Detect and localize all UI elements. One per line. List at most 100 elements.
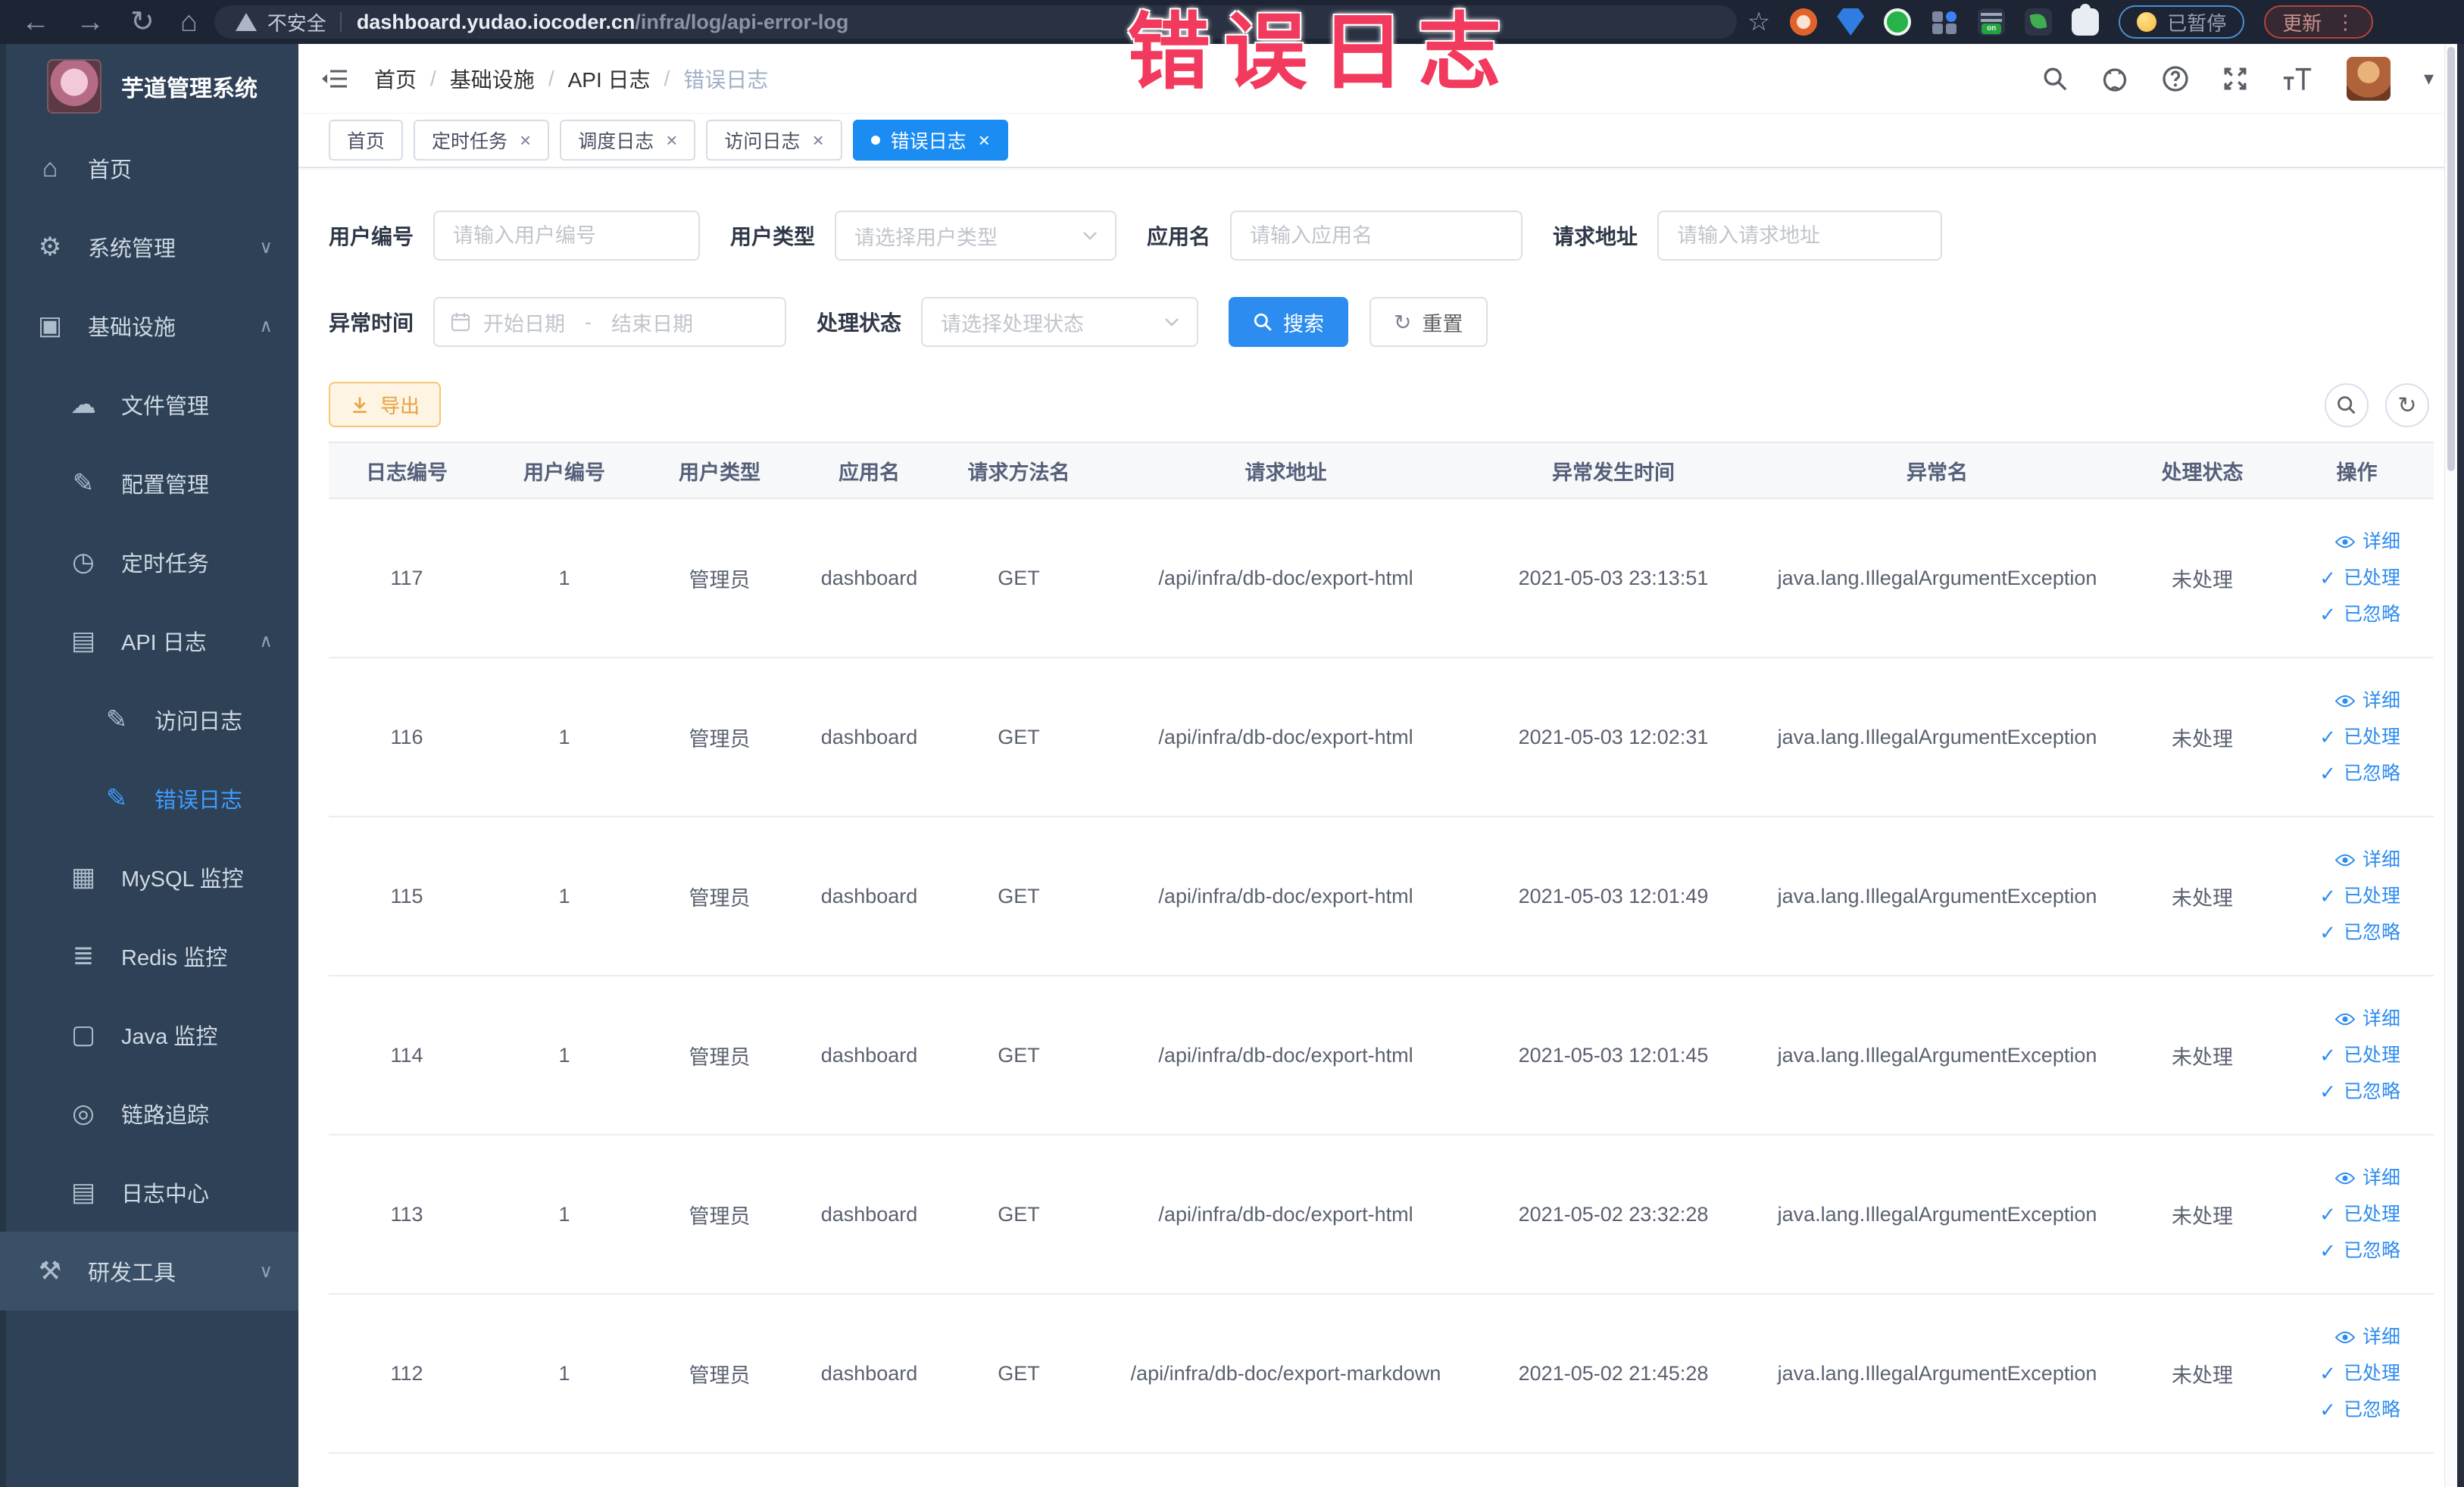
paused-badge[interactable]: 已暂停 (2119, 5, 2245, 39)
extension-onoff-icon[interactable]: on (1978, 8, 2006, 36)
tab-1[interactable]: 定时任务 × (414, 120, 550, 161)
back-icon[interactable]: ← (21, 0, 50, 44)
scrollbar-thumb[interactable] (2447, 47, 2455, 471)
sidebar-item-4[interactable]: ✎ 配置管理 (0, 444, 298, 523)
app-name-input[interactable] (1230, 211, 1523, 261)
extension-green-icon[interactable] (1884, 8, 1912, 36)
extension-shield-icon[interactable] (1837, 8, 1865, 36)
cell-user_id: 1 (485, 817, 644, 976)
tab-2[interactable]: 调度日志 × (560, 120, 696, 161)
user-id-input[interactable] (433, 211, 701, 261)
action-processed-link[interactable]: ✓ 已处理 (2280, 1196, 2400, 1232)
tab-3[interactable]: 访问日志 × (706, 120, 842, 161)
sidebar-item-2[interactable]: ▣ 基础设施 ∧ (0, 286, 298, 365)
update-button[interactable]: 更新 ⋮ (2264, 5, 2374, 39)
sidebar-item-9[interactable]: ▦ MySQL 监控 (0, 838, 298, 917)
action-detail-link[interactable]: 详细 (2280, 842, 2400, 878)
sidebar-item-5[interactable]: ◷ 定时任务 (0, 523, 298, 601)
font-size-icon[interactable] (2281, 66, 2313, 92)
tab-4[interactable]: 错误日志 × (852, 120, 1008, 161)
sidebar-item-label: 基础设施 (88, 316, 176, 340)
sidebar-item-13[interactable]: ▤ 日志中心 (0, 1153, 298, 1232)
cell-method: GET (943, 817, 1095, 976)
eye-icon (2334, 695, 2355, 707)
action-detail-link[interactable]: 详细 (2280, 1001, 2400, 1037)
sidebar-item-14[interactable]: ⚒ 研发工具 ∨ (0, 1232, 298, 1310)
extension-orange-icon[interactable] (1790, 8, 1818, 36)
column-header-6: 异常发生时间 (1477, 442, 1750, 499)
action-detail-link[interactable]: 详细 (2280, 683, 2400, 719)
sidebar-item-6[interactable]: ▤ API 日志 ∧ (0, 601, 298, 680)
fullscreen-icon[interactable] (2222, 66, 2248, 92)
reset-button[interactable]: ↻ 重置 (1369, 297, 1488, 347)
action-label: 已处理 (2343, 1204, 2400, 1225)
request-url-input[interactable] (1657, 211, 1943, 261)
tab-0[interactable]: 首页 (329, 120, 404, 161)
sidebar-item-1[interactable]: ⚙ 系统管理 ∨ (0, 208, 298, 286)
vertical-scrollbar[interactable] (2444, 44, 2457, 1487)
breadcrumb-item-2[interactable]: API 日志 (568, 64, 651, 94)
search-button[interactable]: 搜索 (1229, 297, 1349, 347)
extension-grid-icon[interactable] (1931, 8, 1958, 36)
app-logo-row[interactable]: 芋道管理系统 (0, 44, 298, 129)
action-ignored-link[interactable]: ✓ 已忽略 (2280, 755, 2400, 792)
extensions-puzzle-icon[interactable] (2072, 4, 2100, 36)
action-ignored-link[interactable]: ✓ 已忽略 (2280, 1392, 2400, 1428)
action-detail-link[interactable]: 详细 (2280, 523, 2400, 560)
action-ignored-link[interactable]: ✓ 已忽略 (2280, 1073, 2400, 1110)
action-detail-link[interactable]: 详细 (2280, 1319, 2400, 1355)
toggle-search-button[interactable] (2325, 383, 2369, 427)
action-processed-link[interactable]: ✓ 已处理 (2280, 560, 2400, 596)
sidebar-item-7[interactable]: ✎ 访问日志 (0, 680, 298, 759)
java-monitor-icon: ▢ (70, 1020, 96, 1049)
cell-id: 113 (329, 1135, 485, 1295)
action-detail-link[interactable]: 详细 (2280, 1160, 2400, 1196)
user-type-label: 用户类型 (730, 225, 816, 248)
process-status-select[interactable]: 请选择处理状态 (921, 297, 1199, 347)
action-ignored-link[interactable]: ✓ 已忽略 (2280, 914, 2400, 951)
user-type-select[interactable]: 请选择用户类型 (835, 211, 1117, 261)
action-processed-link[interactable]: ✓ 已处理 (2280, 719, 2400, 755)
home-icon[interactable]: ⌂ (180, 0, 198, 44)
action-processed-link[interactable]: ✓ 已处理 (2280, 1355, 2400, 1392)
chevron-down-icon[interactable]: ▾ (2424, 67, 2434, 90)
help-icon[interactable] (2162, 65, 2189, 92)
export-button[interactable]: 导出 (329, 382, 442, 427)
sidebar-item-0[interactable]: ⌂ 首页 (0, 129, 298, 208)
breadcrumb-item-0[interactable]: 首页 (374, 64, 417, 94)
bookmark-star-icon[interactable]: ☆ (1747, 7, 1770, 37)
exception-time-range-picker[interactable]: 开始日期 - 结束日期 (433, 297, 787, 347)
close-icon[interactable]: × (666, 129, 677, 152)
forward-icon[interactable]: → (76, 0, 105, 44)
sidebar-item-10[interactable]: ≣ Redis 监控 (0, 917, 298, 995)
kebab-menu-icon[interactable]: ⋮ (2335, 11, 2355, 34)
sidebar-item-11[interactable]: ▢ Java 监控 (0, 995, 298, 1074)
table-row-115: 115 1 管理员 dashboard GET/api/infra/db-doc/exp… (329, 817, 2434, 976)
eye-icon (2334, 1331, 2355, 1343)
reload-icon[interactable]: ↻ (130, 0, 155, 44)
action-label: 已忽略 (2343, 604, 2400, 625)
github-icon[interactable] (2101, 65, 2128, 92)
action-label: 详细 (2362, 849, 2400, 870)
chevron-up-icon: ∧ (259, 315, 273, 336)
close-icon[interactable]: × (979, 129, 990, 152)
sidebar-item-3[interactable]: ☁ 文件管理 (0, 365, 298, 444)
action-ignored-link[interactable]: ✓ 已忽略 (2280, 596, 2400, 633)
refresh-table-button[interactable]: ↻ (2385, 383, 2429, 427)
sidebar-item-12[interactable]: ◎ 链路追踪 (0, 1074, 298, 1153)
extension-leaf-icon[interactable] (2025, 8, 2053, 36)
action-label: 详细 (2362, 1008, 2400, 1029)
close-icon[interactable]: × (812, 129, 823, 152)
action-label: 已处理 (2343, 886, 2400, 907)
close-icon[interactable]: × (520, 129, 531, 152)
action-processed-link[interactable]: ✓ 已处理 (2280, 878, 2400, 914)
action-ignored-link[interactable]: ✓ 已忽略 (2280, 1232, 2400, 1269)
breadcrumb-item-1[interactable]: 基础设施 (450, 64, 535, 94)
user-avatar[interactable] (2346, 56, 2391, 101)
cell-user_type: 管理员 (644, 658, 795, 817)
action-processed-link[interactable]: ✓ 已处理 (2280, 1037, 2400, 1073)
search-icon[interactable] (2042, 66, 2068, 92)
cell-actions: 详细 ✓ 已处理 ✓ 已忽略 (2280, 498, 2434, 658)
sidebar-item-8[interactable]: ✎ 错误日志 (0, 759, 298, 838)
sidebar-fold-icon[interactable] (321, 67, 348, 91)
